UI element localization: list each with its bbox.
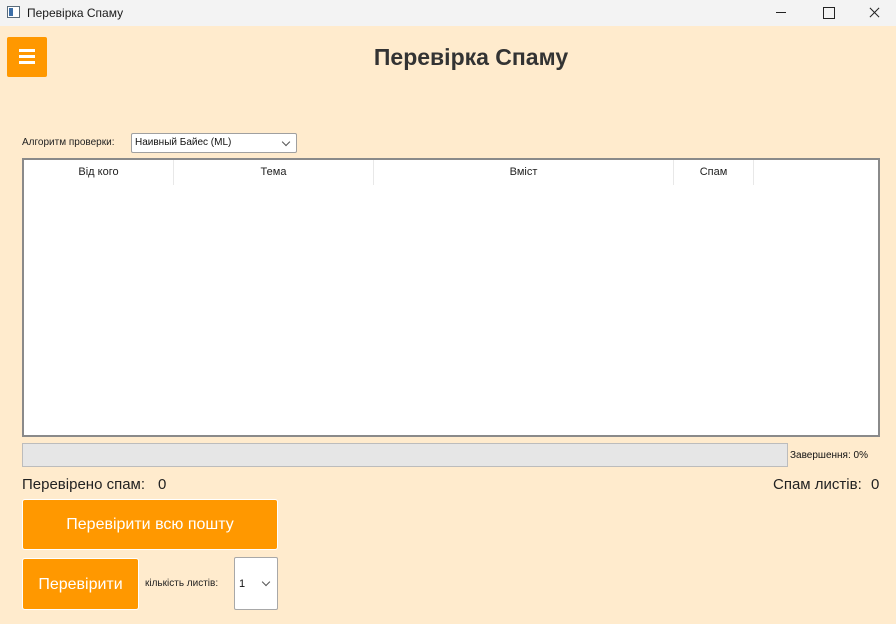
column-header-content[interactable]: Вміст bbox=[374, 160, 674, 185]
chevron-down-icon bbox=[261, 577, 271, 587]
app-icon bbox=[7, 6, 20, 18]
column-header-subject[interactable]: Тема bbox=[174, 160, 374, 185]
progress-label: Завершення: 0% bbox=[790, 450, 868, 461]
chevron-down-icon bbox=[281, 137, 291, 147]
algorithm-label: Алгоритм проверки: bbox=[22, 137, 115, 148]
window-title: Перевірка Спаму bbox=[27, 6, 124, 20]
checked-spam-label: Перевірено спам: bbox=[22, 476, 146, 493]
algorithm-select[interactable]: Наивный Байес (ML) bbox=[131, 133, 297, 153]
email-count-select[interactable]: 1 bbox=[234, 557, 278, 610]
minimize-icon[interactable] bbox=[758, 0, 804, 26]
table-header: Від кого Тема Вміст Спам bbox=[24, 160, 878, 185]
checked-spam-value: 0 bbox=[158, 476, 167, 493]
algorithm-select-value: Наивный Байес (ML) bbox=[135, 137, 232, 148]
title-bar: Перевірка Спаму bbox=[0, 0, 896, 26]
spam-count-value: 0 bbox=[871, 476, 880, 493]
check-all-mail-button[interactable]: Перевірити всю пошту bbox=[22, 499, 278, 550]
email-count-value: 1 bbox=[239, 578, 246, 590]
column-header-spam[interactable]: Спам bbox=[674, 160, 754, 185]
close-icon[interactable] bbox=[852, 0, 896, 26]
spam-count-label: Спам листів: bbox=[773, 476, 862, 493]
page-title: Перевірка Спаму bbox=[373, 44, 569, 70]
maximize-icon[interactable] bbox=[805, 0, 851, 26]
email-count-label: кількість листів: bbox=[145, 578, 219, 589]
progress-bar bbox=[22, 443, 788, 467]
column-header-from[interactable]: Від кого bbox=[24, 160, 174, 185]
emails-table[interactable]: Від кого Тема Вміст Спам bbox=[22, 158, 880, 437]
check-button[interactable]: Перевірити bbox=[22, 558, 139, 610]
